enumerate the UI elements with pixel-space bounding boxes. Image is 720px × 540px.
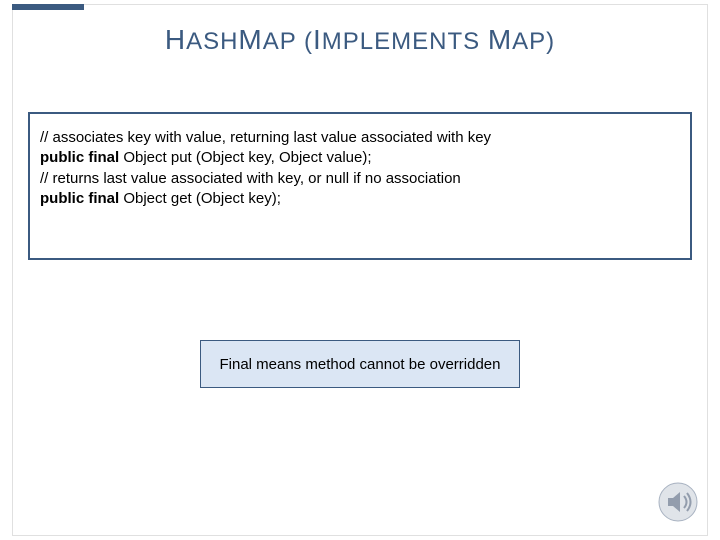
title-ap1: AP: [263, 28, 297, 55]
title-implements: MPLEMENTS: [322, 28, 488, 55]
slide-frame: [12, 4, 708, 536]
slide-title: HASHMAP (IMPLEMENTS MAP): [0, 24, 720, 56]
speaker-icon: [658, 482, 698, 522]
title-m1: M: [238, 24, 262, 55]
code-line-2: public final Object put (Object key, Obj…: [40, 148, 680, 168]
note-text: Final means method cannot be overridden: [219, 356, 500, 373]
code-block: // associates key with value, returning …: [28, 112, 692, 260]
title-open: (: [296, 28, 313, 55]
title-i: I: [313, 24, 322, 55]
code-line-4: public final Object get (Object key);: [40, 189, 680, 209]
code-keyword: public final: [40, 149, 119, 166]
code-line-1: // associates key with value, returning …: [40, 128, 680, 148]
code-line-3: // returns last value associated with ke…: [40, 169, 680, 189]
code-text: Object put (Object key, Object value);: [119, 149, 371, 166]
code-keyword: public final: [40, 190, 119, 207]
title-m2: M: [488, 24, 512, 55]
title-ap2: AP: [512, 28, 546, 55]
accent-bar: [12, 4, 84, 10]
note-callout: Final means method cannot be overridden: [200, 340, 520, 388]
title-close: ): [546, 28, 555, 55]
code-text: Object get (Object key);: [119, 190, 281, 207]
title-h: H: [165, 24, 186, 55]
title-ash: ASH: [186, 28, 238, 55]
